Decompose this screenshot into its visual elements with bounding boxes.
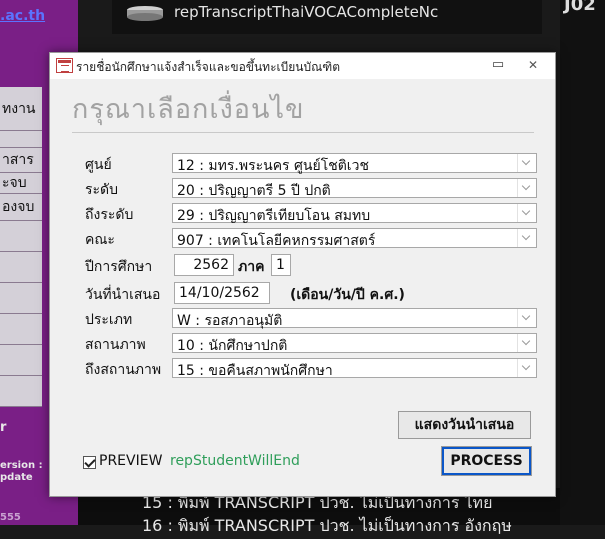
nav-item[interactable] <box>0 345 42 376</box>
to-status-value: 15 : ขอคืนสภาพนักศึกษา <box>177 363 333 379</box>
chevron-down-icon[interactable] <box>517 334 536 352</box>
background-left-number: 555 <box>0 512 21 523</box>
background-titlebar: repTranscriptThaiVOCACompleteNc <box>112 0 542 34</box>
status-value: 10 : นักศึกษาปกติ <box>177 338 288 354</box>
preview-label[interactable]: PREVIEW <box>99 453 162 469</box>
faculty-label: คณะ <box>85 232 115 248</box>
faculty-select[interactable]: 907 : เทคโนโลยีคหกรรมศาสตร์ <box>172 228 537 249</box>
status-select[interactable]: 10 : นักศึกษาปกติ <box>172 333 537 354</box>
report-name: repStudentWillEnd <box>170 453 300 469</box>
center-select[interactable]: 12 : มทร.พระนคร ศูนย์โชติเวช <box>172 153 537 174</box>
term-input[interactable]: 1 <box>271 254 291 276</box>
to-status-label: ถึงสถานภาพ <box>85 362 162 378</box>
background-right-text: J02 <box>564 0 596 15</box>
database-icon <box>127 6 163 21</box>
update-label: pdate <box>0 472 33 483</box>
dialog-titlebar: รายชื่อนักศึกษาแจ้งสำเร็จและขอขึ้นทะเบีย… <box>50 53 555 79</box>
show-date-button[interactable]: แสดงวันนำเสนอ <box>398 411 531 439</box>
present-date-input[interactable]: 14/10/2562 <box>174 282 270 304</box>
nav-item[interactable] <box>0 283 42 314</box>
version-label: ersion : <box>0 460 43 471</box>
nav-item[interactable]: ทงาน <box>0 87 42 131</box>
chevron-down-icon[interactable] <box>517 359 536 377</box>
form-icon <box>56 58 73 73</box>
chevron-down-icon[interactable] <box>517 204 536 222</box>
to-status-select[interactable]: 15 : ขอคืนสภาพนักศึกษา <box>172 358 537 379</box>
nav-item[interactable]: องจบ <box>0 194 42 221</box>
type-label: ประเภท <box>85 312 133 328</box>
chevron-down-icon[interactable] <box>517 179 536 197</box>
center-label: ศูนย์ <box>85 157 112 173</box>
date-format-hint: (เดือน/วัน/ปี ค.ศ.) <box>290 287 405 303</box>
background-list-item[interactable]: 16 : พิมพ์ TRANSCRIPT ปวช. ไม่เป็นทางการ… <box>142 514 512 539</box>
term-label: ภาค <box>238 259 265 275</box>
to-level-label: ถึงระดับ <box>85 207 134 223</box>
close-button[interactable]: ✕ <box>520 55 546 75</box>
background-left-text: r <box>0 420 7 435</box>
nav-item[interactable]: าสาร <box>0 148 42 173</box>
nav-item[interactable] <box>0 221 42 252</box>
page-title: กรุณาเลือกเงื่อนไข <box>72 94 305 125</box>
criteria-dialog: รายชื่อนักศึกษาแจ้งสำเร็จและขอขึ้นทะเบีย… <box>49 52 556 497</box>
type-value: W : รอสภาอนุมัติ <box>177 313 283 329</box>
level-select[interactable]: 20 : ปริญญาตรี 5 ปี ปกติ <box>172 178 537 199</box>
nav-item[interactable] <box>0 376 42 407</box>
level-label: ระดับ <box>85 182 119 198</box>
heading-divider <box>72 132 534 133</box>
academic-year-label: ปีการศึกษา <box>85 259 153 275</box>
faculty-value: 907 : เทคโนโลยีคหกรรมศาสตร์ <box>177 233 376 249</box>
status-label: สถานภาพ <box>85 337 146 353</box>
chevron-down-icon[interactable] <box>517 229 536 247</box>
minimize-button[interactable]: ▭ <box>485 55 511 75</box>
center-value: 12 : มทร.พระนคร ศูนย์โชติเวช <box>177 158 369 174</box>
nav-item[interactable] <box>0 314 42 345</box>
academic-year-input[interactable]: 2562 <box>174 254 234 276</box>
nav-item[interactable] <box>0 252 42 283</box>
background-link[interactable]: .ac.th <box>0 8 45 24</box>
dialog-title: รายชื่อนักศึกษาแจ้งสำเร็จและขอขึ้นทะเบีย… <box>76 60 340 74</box>
nav-item[interactable]: ะจบ <box>0 173 42 194</box>
to-level-select[interactable]: 29 : ปริญญาตรีเทียบโอน สมทบ <box>172 203 537 224</box>
to-level-value: 29 : ปริญญาตรีเทียบโอน สมทบ <box>177 208 371 224</box>
nav-item[interactable] <box>0 131 42 148</box>
background-right-panel: J02 <box>560 0 605 525</box>
process-button[interactable]: PROCESS <box>441 446 532 476</box>
background-app-title: repTranscriptThaiVOCACompleteNc <box>174 3 439 21</box>
present-date-label: วันที่นำเสนอ <box>85 287 161 303</box>
level-value: 20 : ปริญญาตรี 5 ปี ปกติ <box>177 183 331 199</box>
type-select[interactable]: W : รอสภาอนุมัติ <box>172 308 537 329</box>
chevron-down-icon[interactable] <box>517 309 536 327</box>
preview-checkbox[interactable] <box>83 456 96 469</box>
chevron-down-icon[interactable] <box>517 154 536 172</box>
